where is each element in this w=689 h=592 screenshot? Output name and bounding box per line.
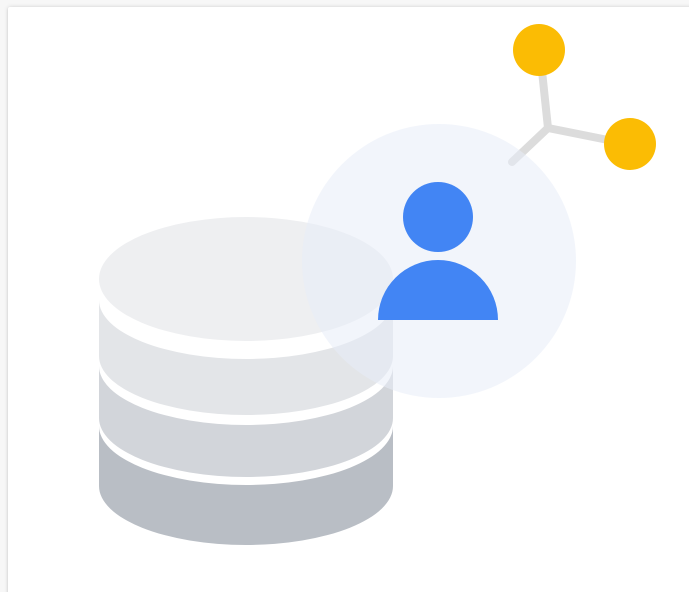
- illustration-canvas: [0, 0, 689, 592]
- database-user-illustration: [99, 24, 656, 545]
- network-node-top: [513, 24, 565, 76]
- network-node-right: [604, 118, 656, 170]
- user-head: [403, 182, 473, 252]
- network-nodes-icon: [508, 24, 656, 170]
